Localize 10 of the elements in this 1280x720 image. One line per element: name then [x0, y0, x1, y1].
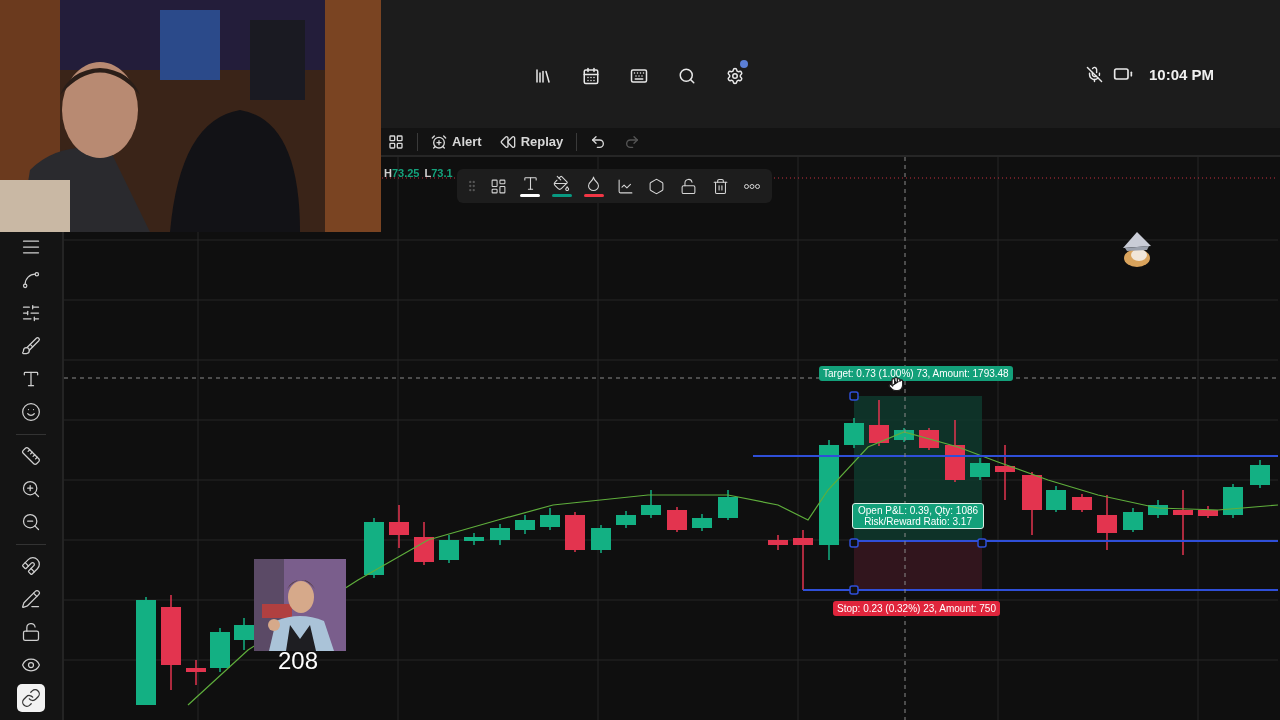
- meme-caption: 208: [278, 647, 319, 675]
- ohlc-value: H73.25: [384, 167, 420, 179]
- pnl-text: Risk/Reward Ratio: 3.17: [864, 516, 972, 527]
- ohlc-value: L73.1: [424, 167, 453, 179]
- target-label: Target: 0.73 (1.00%) 73, Amount: 1793.48: [819, 366, 1013, 381]
- replay-button[interactable]: Replay: [494, 131, 569, 152]
- stop-label: Stop: 0.23 (0.32%) 23, Amount: 750: [833, 601, 1000, 616]
- pnl-text: Open P&L: 0.39, Qty: 1086: [858, 505, 979, 516]
- clock-time: 10:04 PM: [1149, 65, 1215, 83]
- alert-button[interactable]: Alert: [426, 131, 487, 152]
